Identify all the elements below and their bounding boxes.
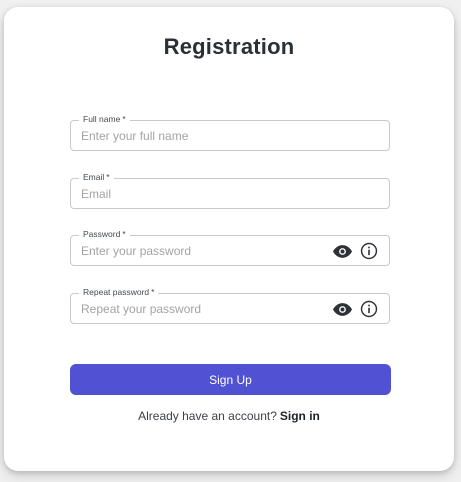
repeat-password-input[interactable] bbox=[81, 294, 321, 323]
email-field[interactable]: Email * bbox=[70, 171, 390, 209]
repeat-password-icons bbox=[332, 299, 379, 319]
page-title: Registration bbox=[163, 34, 295, 59]
registration-card: Registration Full name* Email* Password* bbox=[4, 7, 454, 471]
password-input[interactable] bbox=[81, 236, 321, 265]
email-input[interactable] bbox=[81, 179, 321, 208]
eye-icon[interactable] bbox=[332, 241, 352, 261]
sign-in-prompt-text: Already have an account? bbox=[138, 409, 277, 423]
password-icons bbox=[332, 241, 379, 261]
sign-in-link[interactable]: Sign in bbox=[280, 409, 320, 423]
eye-icon[interactable] bbox=[332, 299, 352, 319]
sign-up-button[interactable]: Sign Up bbox=[70, 364, 391, 395]
info-icon[interactable] bbox=[359, 299, 379, 319]
full-name-field[interactable]: Full name * bbox=[70, 113, 390, 151]
sign-in-prompt: Already have an account? Sign in bbox=[4, 409, 454, 423]
repeat-password-field[interactable]: Repeat password * bbox=[70, 286, 390, 324]
full-name-input[interactable] bbox=[81, 121, 321, 150]
password-field[interactable]: Password * bbox=[70, 228, 390, 266]
info-icon[interactable] bbox=[359, 241, 379, 261]
